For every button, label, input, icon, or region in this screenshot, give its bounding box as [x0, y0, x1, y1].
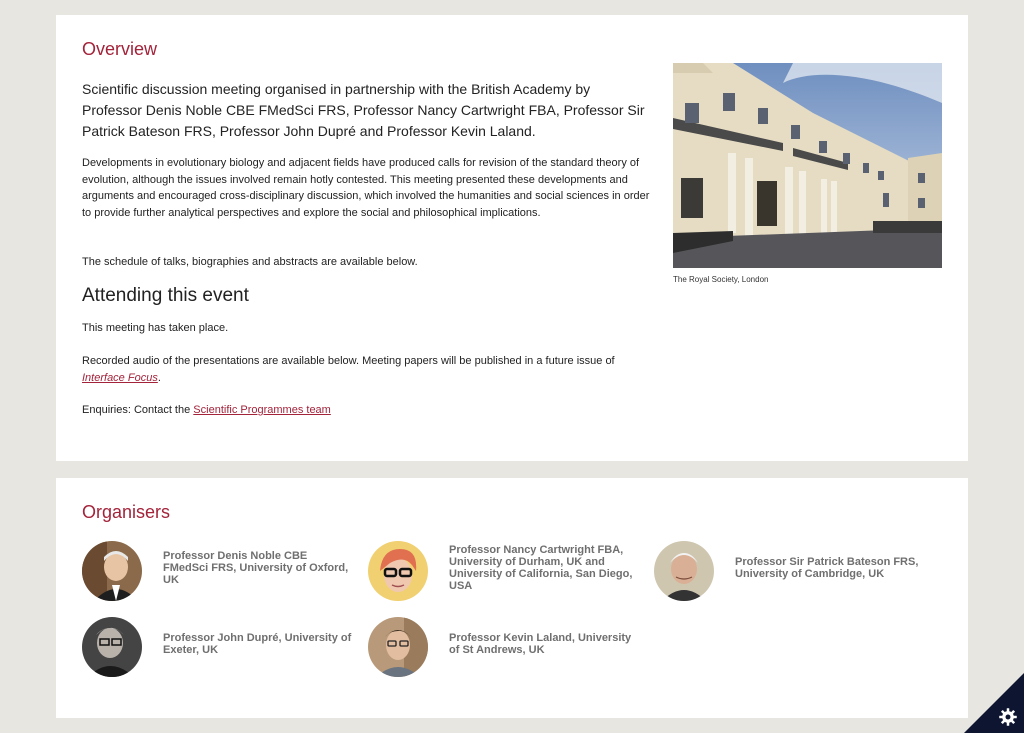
avatar — [368, 617, 428, 677]
interface-focus-link[interactable]: Interface Focus — [82, 372, 158, 384]
schedule-note: The schedule of talks, biographies and a… — [82, 256, 418, 268]
recorded-audio-prefix: Recorded audio of the presentations are … — [82, 355, 615, 367]
organiser-name: Professor Sir Patrick Bateson FRS, Unive… — [735, 556, 919, 580]
royal-society-building-photo — [673, 63, 942, 268]
organisers-heading: Organisers — [82, 502, 171, 522]
avatar — [368, 541, 428, 601]
avatar — [82, 617, 142, 677]
organiser-denis-noble[interactable]: Professor Denis Noble CBE FMedSci FRS, U… — [82, 541, 362, 603]
recorded-audio-text: Recorded audio of the presentations are … — [82, 353, 652, 386]
overview-card: Overview Scientific discussion meeting o… — [56, 15, 968, 461]
organisers-card: Organisers Professor Denis Noble CBE FMe… — [56, 478, 968, 718]
overview-description: Developments in evolutionary biology and… — [82, 157, 650, 219]
organiser-kevin-laland[interactable]: Professor Kevin Laland, University of St… — [368, 617, 648, 679]
overview-lead: Scientific discussion meeting organised … — [82, 81, 645, 139]
avatar — [82, 541, 142, 601]
photo-caption: The Royal Society, London — [673, 275, 769, 284]
recorded-audio-suffix: . — [157, 371, 161, 384]
organiser-name: Professor Denis Noble CBE FMedSci FRS, U… — [163, 550, 349, 586]
organiser-name: Professor John Dupré, University of Exet… — [163, 632, 352, 656]
organiser-nancy-cartwright[interactable]: Professor Nancy Cartwright FBA, Universi… — [368, 541, 648, 603]
scientific-programmes-team-link[interactable]: Scientific Programmes team — [193, 404, 331, 416]
meeting-status-text: This meeting has taken place. — [82, 322, 229, 334]
organiser-patrick-bateson[interactable]: Professor Sir Patrick Bateson FRS, Unive… — [654, 541, 934, 603]
enquiries-text: Enquiries: Contact the Scientific Progra… — [82, 402, 652, 419]
organiser-john-dupre[interactable]: Professor John Dupré, University of Exet… — [82, 617, 362, 679]
overview-heading: Overview — [82, 39, 158, 59]
organiser-name: Professor Kevin Laland, University of St… — [449, 632, 632, 656]
gear-icon[interactable] — [998, 707, 1018, 727]
organiser-name: Professor Nancy Cartwright FBA, Universi… — [449, 544, 633, 592]
enquiries-prefix: Enquiries: Contact the — [82, 404, 194, 416]
attending-heading: Attending this event — [82, 285, 249, 306]
avatar — [654, 541, 714, 601]
